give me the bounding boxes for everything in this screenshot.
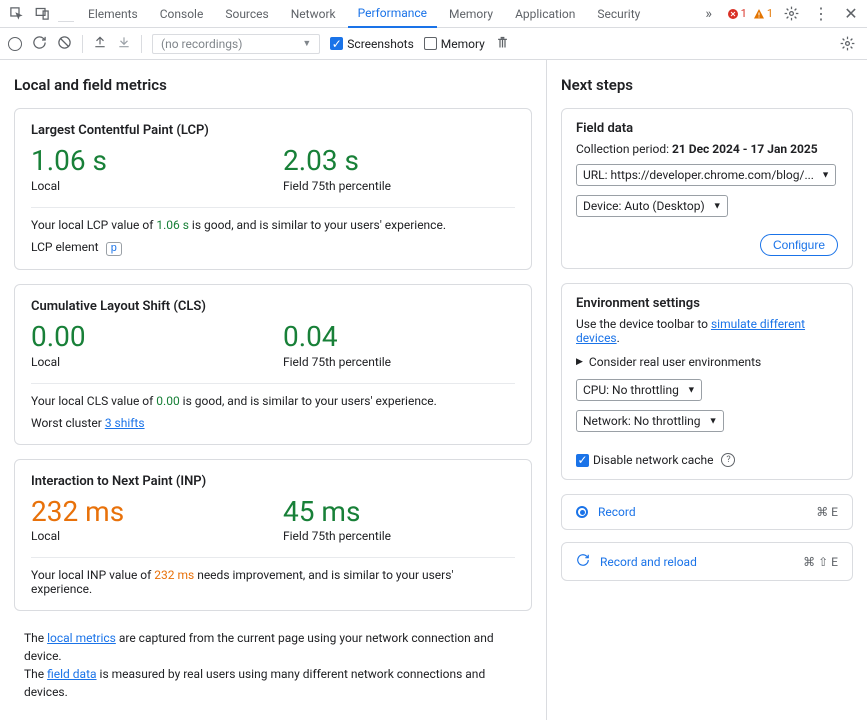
warning-badge[interactable]: 1	[753, 7, 773, 20]
tab-network[interactable]: Network	[281, 0, 346, 28]
metrics-column: Local and field metrics Largest Contentf…	[0, 60, 547, 720]
separator	[141, 35, 142, 53]
error-badge[interactable]: 1	[727, 7, 747, 20]
recordings-label: (no recordings)	[161, 37, 242, 51]
lcp-title: Largest Contentful Paint (LCP)	[31, 123, 515, 138]
next-steps-heading: Next steps	[561, 76, 853, 94]
reload-action-icon	[576, 553, 590, 570]
record-icon[interactable]	[8, 37, 22, 51]
inp-description: Your local INP value of 232 ms needs imp…	[31, 557, 515, 596]
screenshots-checkbox[interactable]: ✓ Screenshots	[330, 37, 413, 51]
record-reload-label: Record and reload	[600, 555, 793, 569]
inp-field-label: Field 75th percentile	[283, 529, 515, 543]
device-select[interactable]: Device: Auto (Desktop)▼	[576, 195, 728, 217]
memory-label: Memory	[441, 37, 485, 51]
gc-icon[interactable]	[495, 35, 510, 53]
lcp-card: Largest Contentful Paint (LCP) 1.06 s Lo…	[14, 108, 532, 270]
reload-icon[interactable]	[32, 35, 47, 53]
warning-count: 1	[767, 7, 773, 20]
inp-card: Interaction to Next Paint (INP) 232 ms L…	[14, 459, 532, 612]
cls-description: Your local CLS value of 0.00 is good, an…	[31, 383, 515, 408]
upload-icon[interactable]	[93, 35, 107, 52]
memory-checkbox[interactable]: Memory	[424, 37, 485, 51]
cls-cluster-row: Worst cluster 3 shifts	[31, 416, 515, 430]
download-icon[interactable]	[117, 35, 131, 52]
record-reload-action[interactable]: Record and reload ⌘ ⇧ E	[561, 542, 853, 581]
tab-memory[interactable]: Memory	[439, 0, 503, 28]
tab-performance[interactable]: Performance	[348, 0, 437, 28]
record-dot-icon	[576, 506, 588, 518]
inp-local-label: Local	[31, 529, 263, 543]
inp-local-value: 232 ms	[31, 497, 263, 528]
separator	[82, 35, 83, 53]
field-data-title: Field data	[576, 121, 838, 136]
help-icon[interactable]: ?	[721, 453, 735, 467]
tab-security[interactable]: Security	[587, 0, 650, 28]
record-label: Record	[598, 505, 806, 519]
cls-field-label: Field 75th percentile	[283, 355, 515, 369]
environment-section: Environment settings Use the device tool…	[561, 283, 853, 480]
inp-field-value: 45 ms	[283, 497, 515, 528]
panel-settings-icon[interactable]	[835, 32, 859, 56]
tab-console[interactable]: Console	[150, 0, 214, 28]
cls-card: Cumulative Layout Shift (CLS) 0.00 Local…	[14, 284, 532, 445]
cls-shifts-link[interactable]: 3 shifts	[105, 416, 145, 430]
collection-period: Collection period: 21 Dec 2024 - 17 Jan …	[576, 142, 838, 156]
devtools-tabs: Elements Console Sources Network Perform…	[0, 0, 867, 28]
inspect-icon[interactable]	[4, 2, 28, 26]
separator	[58, 6, 74, 22]
tab-application[interactable]: Application	[505, 0, 585, 28]
cls-title: Cumulative Layout Shift (CLS)	[31, 299, 515, 314]
main-content: Local and field metrics Largest Contentf…	[0, 60, 867, 720]
record-action[interactable]: Record ⌘ E	[561, 494, 853, 530]
lcp-element-badge[interactable]: p	[106, 242, 123, 256]
metrics-heading: Local and field metrics	[14, 76, 532, 94]
field-data-section: Field data Collection period: 21 Dec 202…	[561, 108, 853, 269]
settings-icon[interactable]	[779, 2, 803, 26]
lcp-element-row: LCP element p	[31, 240, 515, 255]
record-shortcut: ⌘ E	[816, 505, 838, 519]
lcp-element-label: LCP element	[31, 240, 99, 254]
next-steps-column: Next steps Field data Collection period:…	[547, 60, 867, 720]
more-tabs-icon[interactable]: »	[697, 2, 721, 26]
device-toolbar-icon[interactable]	[30, 2, 54, 26]
lcp-field-label: Field 75th percentile	[283, 179, 515, 193]
field-data-link[interactable]: field data	[47, 667, 96, 681]
error-count: 1	[741, 7, 747, 20]
lcp-description: Your local LCP value of 1.06 s is good, …	[31, 207, 515, 232]
metrics-footer: The local metrics are captured from the …	[14, 625, 532, 705]
consider-environments-toggle[interactable]: ▶ Consider real user environments	[576, 355, 838, 369]
local-metrics-link[interactable]: local metrics	[47, 631, 116, 645]
configure-button[interactable]: Configure	[760, 234, 838, 256]
disable-cache-label: Disable network cache	[593, 453, 713, 467]
network-throttle-select[interactable]: Network: No throttling▼	[576, 410, 724, 432]
inp-title: Interaction to Next Paint (INP)	[31, 474, 515, 489]
cls-local-value: 0.00	[31, 322, 263, 353]
cls-field-value: 0.04	[283, 322, 515, 353]
kebab-icon[interactable]: ⋮	[809, 2, 833, 26]
disable-cache-checkbox[interactable]: ✓ Disable network cache ?	[576, 453, 735, 467]
close-icon[interactable]: ✕	[839, 2, 863, 26]
environment-title: Environment settings	[576, 296, 838, 311]
tab-sources[interactable]: Sources	[215, 0, 278, 28]
lcp-field-value: 2.03 s	[283, 146, 515, 177]
environment-text: Use the device toolbar to simulate diffe…	[576, 317, 838, 345]
recordings-select[interactable]: (no recordings) ▼	[152, 34, 320, 54]
cls-cluster-label: Worst cluster	[31, 416, 105, 430]
url-select[interactable]: URL: https://developer.chrome.com/blog/.…	[576, 164, 836, 186]
tab-elements[interactable]: Elements	[78, 0, 148, 28]
screenshots-label: Screenshots	[347, 37, 413, 51]
cls-local-label: Local	[31, 355, 263, 369]
clear-icon[interactable]	[57, 35, 72, 53]
lcp-local-value: 1.06 s	[31, 146, 263, 177]
performance-toolbar: (no recordings) ▼ ✓ Screenshots Memory	[0, 28, 867, 60]
cpu-throttle-select[interactable]: CPU: No throttling▼	[576, 379, 702, 401]
lcp-local-label: Local	[31, 179, 263, 193]
record-reload-shortcut: ⌘ ⇧ E	[803, 555, 838, 569]
